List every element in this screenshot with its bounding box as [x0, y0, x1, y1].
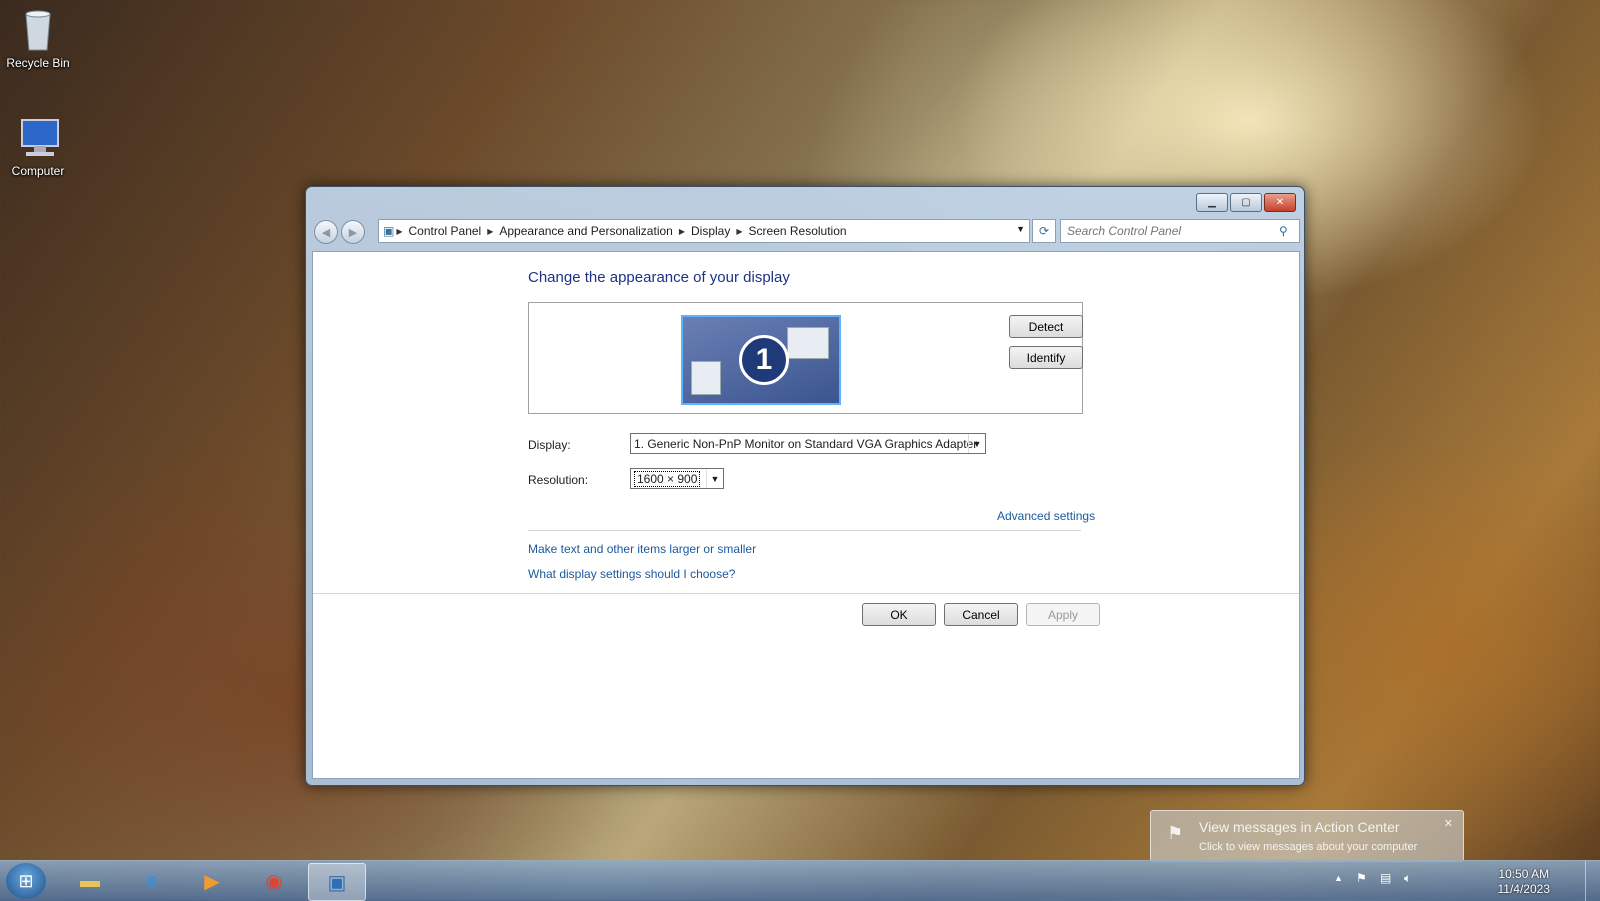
clock-time: 10:50 AM: [1498, 867, 1550, 881]
text-size-link[interactable]: Make text and other items larger or smal…: [528, 542, 756, 556]
breadcrumb-appearance[interactable]: Appearance and Personalization: [499, 224, 672, 238]
recycle-bin-label: Recycle Bin: [6, 56, 70, 70]
window-controls: ▁ ▢ ✕: [1196, 193, 1296, 212]
start-button[interactable]: ⊞: [6, 863, 46, 899]
forward-button[interactable]: ▶: [341, 220, 365, 244]
desktop-icon-computer[interactable]: Computer: [0, 116, 76, 178]
windows-logo-icon: ⊞: [18, 870, 34, 891]
refresh-button[interactable]: ⟳: [1032, 219, 1056, 243]
back-arrow-icon: ◀: [321, 226, 331, 239]
preview-document-icon: [691, 361, 721, 395]
volume-icon[interactable]: 🔈︎: [1404, 871, 1411, 886]
detect-button[interactable]: Detect: [1009, 315, 1083, 338]
taskbar: ⊞ ▬ e ▶ ◉ ▣ ▲ ⚑ ▤ 🔈︎ 10:50 AM 11/4/2023: [0, 860, 1600, 901]
breadcrumb-separator-icon: ▶: [487, 226, 494, 236]
taskbar-chrome[interactable]: ◉: [246, 863, 302, 899]
taskbar-control-panel[interactable]: ▣: [308, 863, 366, 901]
preview-window-icon: [787, 327, 829, 359]
refresh-icon: ⟳: [1038, 224, 1050, 238]
resolution-select[interactable]: 1600 × 900 ▼: [630, 468, 724, 489]
navigation-bar: ◀ ▶ ▣ ▶ Control Panel ▶ Appearance and P…: [314, 219, 1300, 245]
media-player-icon: ▶: [204, 870, 220, 893]
page-title: Change the appearance of your display: [528, 269, 790, 286]
close-icon: ✕: [1275, 197, 1285, 208]
show-hidden-icons-icon[interactable]: ▲: [1334, 873, 1343, 883]
advanced-settings-link[interactable]: Advanced settings: [997, 509, 1095, 523]
chrome-icon: ◉: [265, 870, 283, 893]
forward-arrow-icon: ▶: [348, 226, 358, 239]
display-help-link[interactable]: What display settings should I choose?: [528, 567, 735, 581]
notification-subtitle: Click to view messages about your comput…: [1199, 841, 1418, 853]
apply-button[interactable]: Apply: [1026, 603, 1100, 626]
computer-icon: [18, 116, 59, 160]
resolution-label: Resolution:: [528, 473, 589, 487]
notification-close-icon[interactable]: ✕: [1444, 817, 1453, 830]
cancel-button[interactable]: Cancel: [944, 603, 1018, 626]
notification-title: View messages in Action Center: [1199, 819, 1400, 835]
divider: [528, 530, 1081, 531]
control-panel-icon: ▣: [327, 871, 347, 894]
action-center-notification[interactable]: ⚑ View messages in Action Center Click t…: [1150, 810, 1464, 862]
content-area: Change the appearance of your display 1 …: [312, 251, 1300, 779]
close-button[interactable]: ✕: [1264, 193, 1296, 212]
desktop-icon-recycle-bin[interactable]: Recycle Bin: [0, 8, 76, 70]
minimize-button[interactable]: ▁: [1196, 193, 1228, 212]
taskbar-explorer[interactable]: ▬: [62, 863, 118, 899]
taskbar-internet-explorer[interactable]: e: [124, 863, 180, 899]
breadcrumb-separator-icon: ▶: [736, 226, 743, 236]
search-input[interactable]: [1061, 223, 1279, 239]
breadcrumb-separator-icon: ▶: [678, 226, 685, 236]
address-dropdown-icon[interactable]: ▼: [1016, 224, 1025, 234]
display-label: Display:: [528, 438, 571, 452]
clock-date: 11/4/2023: [1497, 882, 1551, 896]
screen-resolution-window: ▁ ▢ ✕ ◀ ▶ ▣ ▶ Control Panel ▶ Appearance…: [305, 186, 1305, 786]
breadcrumb-display[interactable]: Display: [691, 224, 730, 238]
breadcrumb-control-panel[interactable]: Control Panel: [409, 224, 482, 238]
computer-label: Computer: [11, 164, 65, 178]
search-icon[interactable]: ⚲: [1279, 224, 1288, 238]
breadcrumb-screen-resolution[interactable]: Screen Resolution: [749, 224, 847, 238]
ok-button[interactable]: OK: [862, 603, 936, 626]
recycle-bin-icon: [18, 8, 58, 52]
search-box: ⚲: [1060, 219, 1300, 243]
internet-explorer-icon: e: [146, 869, 158, 892]
chevron-down-icon: ▼: [968, 434, 985, 453]
identify-button[interactable]: Identify: [1009, 346, 1083, 369]
show-desktop-button[interactable]: [1585, 861, 1600, 901]
monitor-number: 1: [739, 335, 789, 385]
clock[interactable]: 10:50 AM 11/4/2023: [1498, 867, 1551, 897]
chevron-down-icon: ▼: [706, 469, 723, 488]
action-center-icon[interactable]: ⚑: [1356, 871, 1367, 885]
footer-divider: [313, 593, 1299, 594]
address-bar[interactable]: ▣ ▶ Control Panel ▶ Appearance and Perso…: [378, 219, 1030, 243]
maximize-icon: ▢: [1241, 197, 1251, 208]
taskbar-media-player[interactable]: ▶: [184, 863, 240, 899]
action-center-flag-icon: ⚑: [1167, 823, 1184, 843]
monitor-1-preview[interactable]: 1: [681, 315, 841, 405]
monitor-preview-area: 1 Detect Identify: [528, 302, 1083, 414]
system-tray: ▲ ⚑ ▤ 🔈︎ 10:50 AM 11/4/2023: [1330, 865, 1550, 897]
maximize-button[interactable]: ▢: [1230, 193, 1262, 212]
back-button[interactable]: ◀: [314, 220, 338, 244]
network-icon[interactable]: ▤: [1380, 871, 1391, 885]
control-panel-icon: ▣: [383, 224, 395, 238]
explorer-icon: ▬: [80, 869, 100, 892]
minimize-icon: ▁: [1208, 197, 1216, 208]
resolution-select-value: 1600 × 900: [634, 470, 701, 487]
display-select[interactable]: 1. Generic Non-PnP Monitor on Standard V…: [630, 433, 986, 454]
breadcrumb-separator-icon: ▶: [396, 226, 403, 236]
display-select-value: 1. Generic Non-PnP Monitor on Standard V…: [634, 436, 978, 451]
